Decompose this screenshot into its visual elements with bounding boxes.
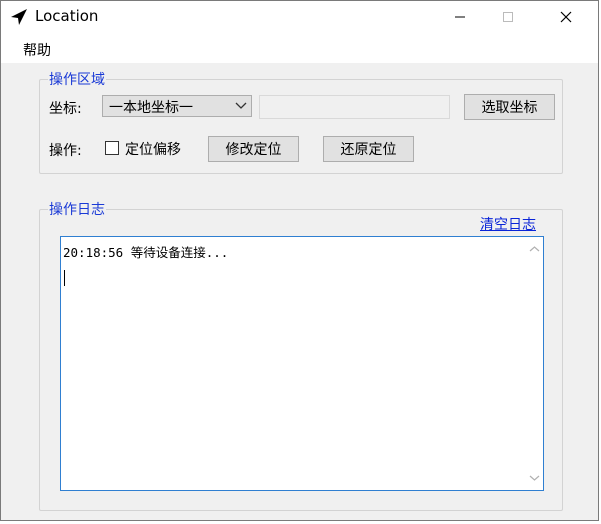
operation-area-legend: 操作区域 bbox=[48, 69, 106, 89]
modify-location-button[interactable]: 修改定位 bbox=[208, 136, 299, 162]
text-caret bbox=[64, 270, 65, 286]
close-icon bbox=[560, 11, 572, 23]
chevron-down-icon bbox=[235, 102, 247, 109]
coord-select[interactable]: 一本地坐标一 bbox=[102, 95, 252, 117]
operation-label: 操作: bbox=[49, 143, 82, 159]
restore-location-button[interactable]: 还原定位 bbox=[323, 136, 414, 162]
log-line: 20:18:56 等待设备连接... bbox=[63, 245, 229, 260]
offset-checkbox[interactable] bbox=[105, 141, 119, 155]
scroll-down-icon[interactable] bbox=[529, 474, 540, 482]
menu-bar: 帮助 bbox=[1, 33, 598, 63]
coord-label: 坐标: bbox=[49, 101, 82, 117]
window-title: Location bbox=[35, 7, 99, 25]
minimize-icon bbox=[455, 16, 465, 18]
maximize-icon bbox=[503, 12, 513, 22]
coord-select-value: 一本地坐标一 bbox=[109, 100, 193, 116]
minimize-button[interactable] bbox=[437, 1, 483, 33]
menu-help[interactable]: 帮助 bbox=[23, 40, 51, 60]
maximize-button[interactable] bbox=[485, 1, 531, 33]
log-area-legend: 操作日志 bbox=[48, 199, 106, 219]
coord-input[interactable] bbox=[259, 95, 450, 119]
location-arrow-icon bbox=[11, 9, 27, 25]
clear-log-link[interactable]: 清空日志 bbox=[480, 214, 536, 234]
app-window: Location 帮助 操作区域 坐标: 一本地坐标一 选取坐标 操作: 定位偏… bbox=[0, 0, 599, 521]
scroll-up-icon[interactable] bbox=[529, 245, 540, 253]
log-textarea[interactable]: 20:18:56 等待设备连接... bbox=[60, 236, 544, 491]
log-scrollbar[interactable] bbox=[526, 237, 543, 490]
pick-coord-button[interactable]: 选取坐标 bbox=[464, 94, 555, 120]
title-bar[interactable]: Location bbox=[1, 1, 598, 33]
close-button[interactable] bbox=[543, 1, 589, 33]
offset-checkbox-label[interactable]: 定位偏移 bbox=[125, 139, 181, 159]
